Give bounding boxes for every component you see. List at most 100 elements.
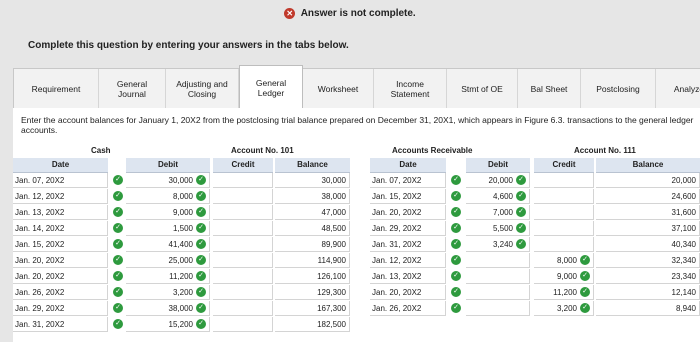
credit-cell[interactable] [534,205,594,220]
check-icon: ✓ [516,191,526,201]
debit-cell[interactable] [466,269,530,284]
balance-cell[interactable]: 20,000 [596,173,700,188]
date-cell[interactable]: Jan. 31, 20X2 [13,317,108,332]
date-cell[interactable]: Jan. 31, 20X2 [370,237,446,252]
check-icon: ✓ [451,303,461,313]
balance-cell[interactable]: 129,300 [275,285,350,300]
credit-cell[interactable] [213,317,273,332]
date-cell[interactable]: Jan. 07, 20X2 [370,173,446,188]
debit-cell[interactable] [466,301,530,316]
check-icon: ✓ [196,319,206,329]
tab-adjusting-and-closing[interactable]: Adjusting and Closing [166,69,239,109]
balance-cell[interactable]: 30,000 [275,173,350,188]
check-icon: ✓ [516,223,526,233]
check-icon: ✓ [451,255,461,265]
balance-cell[interactable]: 48,500 [275,221,350,236]
balance-cell[interactable]: 31,600 [596,205,700,220]
credit-cell[interactable] [213,301,273,316]
date-cell[interactable]: Jan. 20, 20X2 [370,205,446,220]
answer-status: ✕ Answer is not complete. [0,8,700,19]
credit-cell[interactable] [213,221,273,236]
balance-cell[interactable]: 8,940 [596,301,700,316]
tab-analyze[interactable]: Analyze [656,69,700,109]
date-cell[interactable]: Jan. 20, 20X2 [13,253,108,268]
balance-cell[interactable]: 38,000 [275,189,350,204]
balance-cell[interactable]: 40,340 [596,237,700,252]
date-cell[interactable]: Jan. 29, 20X2 [370,221,446,236]
check-icon: ✓ [196,191,206,201]
date-cell[interactable]: Jan. 15, 20X2 [13,237,108,252]
balance-cell[interactable]: 12,140 [596,285,700,300]
instructions: Complete this question by entering your … [28,40,349,51]
balance-cell[interactable]: 23,340 [596,269,700,284]
date-cell[interactable]: Jan. 26, 20X2 [13,285,108,300]
tab-bal-sheet[interactable]: Bal Sheet [518,69,581,109]
check-icon: ✓ [113,175,123,185]
check-icon: ✓ [113,191,123,201]
column-header-balance: Balance [596,158,700,173]
balance-cell[interactable]: 167,300 [275,301,350,316]
balance-cell[interactable]: 126,100 [275,269,350,284]
check-icon: ✓ [113,319,123,329]
balance-cell[interactable]: 24,600 [596,189,700,204]
check-icon: ✓ [451,191,461,201]
check-icon: ✓ [113,271,123,281]
tab-income-statement[interactable]: Income Statement [374,69,447,109]
debit-cell[interactable] [466,253,530,268]
date-cell[interactable]: Jan. 20, 20X2 [13,269,108,284]
date-cell[interactable]: Jan. 15, 20X2 [370,189,446,204]
date-cell[interactable]: Jan. 13, 20X2 [13,205,108,220]
ledger-title: Cash [91,146,111,155]
balance-cell[interactable]: 114,900 [275,253,350,268]
date-cell[interactable]: Jan. 12, 20X2 [13,189,108,204]
check-icon: ✓ [451,271,461,281]
date-cell[interactable]: Jan. 07, 20X2 [13,173,108,188]
credit-cell[interactable] [534,221,594,236]
credit-cell[interactable] [213,285,273,300]
column-header-date: Date [13,158,108,173]
tab-stmt-of-oe[interactable]: Stmt of OE [447,69,518,109]
balance-cell[interactable]: 32,340 [596,253,700,268]
check-icon: ✓ [196,175,206,185]
check-icon: ✓ [451,223,461,233]
check-icon: ✓ [580,303,590,313]
date-cell[interactable]: Jan. 12, 20X2 [370,253,446,268]
check-icon: ✓ [113,223,123,233]
tab-postclosing[interactable]: Postclosing [581,69,656,109]
balance-cell[interactable]: 37,100 [596,221,700,236]
answer-status-text: Answer is not complete. [300,8,416,20]
balance-cell[interactable]: 182,500 [275,317,350,332]
tab-general-journal[interactable]: General Journal [99,69,166,109]
error-icon: ✕ [284,8,296,19]
check-icon: ✓ [451,175,461,185]
tab-worksheet[interactable]: Worksheet [303,69,374,109]
date-cell[interactable]: Jan. 20, 20X2 [370,285,446,300]
balance-cell[interactable]: 89,900 [275,237,350,252]
credit-cell[interactable] [213,269,273,284]
credit-cell[interactable] [213,189,273,204]
balance-cell[interactable]: 47,000 [275,205,350,220]
date-cell[interactable]: Jan. 29, 20X2 [13,301,108,316]
ledger-title: Accounts Receivable [392,146,473,155]
check-icon: ✓ [516,239,526,249]
column-header-balance: Balance [275,158,350,173]
credit-cell[interactable] [213,237,273,252]
check-icon: ✓ [516,175,526,185]
column-header-credit: Credit [213,158,273,173]
date-cell[interactable]: Jan. 14, 20X2 [13,221,108,236]
credit-cell[interactable] [213,205,273,220]
credit-cell[interactable] [534,189,594,204]
check-icon: ✓ [451,239,461,249]
date-cell[interactable]: Jan. 26, 20X2 [370,301,446,316]
check-icon: ✓ [196,271,206,281]
column-header-debit: Debit [466,158,530,173]
credit-cell[interactable] [534,173,594,188]
date-cell[interactable]: Jan. 13, 20X2 [370,269,446,284]
check-icon: ✓ [196,303,206,313]
debit-cell[interactable] [466,285,530,300]
credit-cell[interactable] [213,253,273,268]
tab-requirement[interactable]: Requirement [14,69,99,109]
credit-cell[interactable] [213,173,273,188]
tab-general-ledger[interactable]: General Ledger [239,65,303,109]
credit-cell[interactable] [534,237,594,252]
